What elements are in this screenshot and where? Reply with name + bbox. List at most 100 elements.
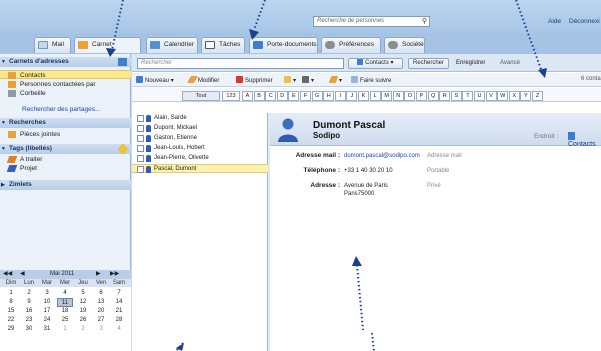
calendar-day[interactable]: 9 (21, 298, 37, 307)
calendar-day[interactable]: 4 (111, 325, 127, 334)
alpha-filter-letter[interactable]: G (311, 91, 323, 101)
next-month-icon[interactable]: ▶ (96, 270, 101, 279)
edit-button[interactable]: Modifier (186, 76, 219, 84)
tab-briefcase[interactable]: Porte-documents (249, 37, 318, 53)
new-button[interactable]: Nouveau ▾ (136, 76, 174, 84)
address-book-settings-icon[interactable] (118, 58, 127, 66)
calendar-day[interactable]: 3 (39, 289, 55, 298)
contact-row[interactable]: Gaston, Etienne (132, 134, 268, 143)
search-scope-select[interactable]: Contacts ▾ (348, 58, 403, 69)
alpha-filter-letter[interactable]: F (300, 91, 311, 101)
alpha-filter-letter[interactable]: J (346, 91, 358, 101)
contact-folder[interactable]: Contacts (568, 132, 601, 148)
contact-search-input[interactable]: Rechercher (137, 58, 344, 69)
search-button[interactable]: Rechercher (408, 58, 449, 69)
tab-address-book[interactable]: Carnet d'adresses (74, 37, 141, 62)
alpha-filter-letter[interactable]: 123 (222, 91, 240, 101)
alpha-filter-letter[interactable]: A (242, 91, 253, 101)
alpha-filter-letter[interactable]: I (334, 91, 346, 101)
alpha-filter-letter[interactable]: D (276, 91, 288, 101)
calendar-day[interactable]: 25 (57, 316, 73, 325)
searches-header[interactable]: Recherches (0, 118, 131, 128)
address-books-header[interactable]: Carnets d'adresses (0, 57, 131, 67)
alpha-filter-letter[interactable]: Y (520, 91, 532, 101)
contact-row[interactable]: Dupont, Mickael (132, 124, 268, 133)
sidebar-item-tag-project[interactable]: Projet (0, 164, 131, 173)
calendar-day[interactable]: 23 (21, 316, 37, 325)
alpha-filter-letter[interactable]: P (416, 91, 427, 101)
alpha-filter-letter[interactable]: C (265, 91, 277, 101)
logout-link[interactable]: Déconnexi (569, 18, 600, 25)
calendar-day[interactable]: 2 (21, 289, 37, 298)
sidebar-item-emailed-contacts[interactable]: Personnes contactées par (0, 80, 131, 89)
calendar-day[interactable]: 3 (93, 325, 109, 334)
print-button[interactable]: ▾ (302, 76, 314, 84)
calendar-day[interactable]: 12 (75, 298, 91, 307)
calendar-day[interactable]: 27 (93, 316, 109, 325)
calendar-day[interactable]: 28 (111, 316, 127, 325)
calendar-day[interactable]: 26 (75, 316, 91, 325)
row-checkbox[interactable] (137, 155, 144, 162)
mini-calendar-month[interactable]: Mai 2011 (50, 270, 74, 279)
tab-mail[interactable]: Mail (34, 37, 71, 53)
calendar-day[interactable]: 30 (21, 325, 37, 334)
move-button[interactable]: ▾ (284, 76, 296, 84)
contact-row[interactable]: Pascal, Dumont (132, 164, 268, 173)
advanced-search-link[interactable]: Avancé (500, 60, 520, 66)
alpha-filter-letter[interactable]: H (323, 91, 335, 101)
calendar-day[interactable]: 1 (3, 289, 19, 298)
alpha-filter-letter[interactable]: R (439, 91, 451, 101)
calendar-day[interactable]: 31 (39, 325, 55, 334)
calendar-day[interactable]: 19 (75, 307, 91, 316)
tags-header[interactable]: Tags (libellés) (0, 143, 131, 155)
calendar-day[interactable]: 4 (57, 289, 73, 298)
contact-row[interactable]: Alain, Sarde (132, 114, 268, 123)
next-year-icon[interactable]: ▶▶ (110, 270, 119, 279)
zimlets-header[interactable]: Zimlets (0, 180, 131, 190)
calendar-day[interactable]: 13 (93, 298, 109, 307)
calendar-day[interactable]: 5 (75, 289, 91, 298)
calendar-day[interactable]: 7 (111, 289, 127, 298)
row-checkbox[interactable] (137, 145, 144, 152)
calendar-day[interactable]: 17 (39, 307, 55, 316)
row-checkbox[interactable] (137, 115, 144, 122)
find-shares-link[interactable]: Rechercher des partages... (22, 106, 100, 113)
search-icon[interactable]: ⚲ (422, 17, 427, 26)
prev-month-icon[interactable]: ◀ (20, 270, 25, 279)
alpha-filter-letter[interactable]: T (462, 91, 474, 101)
calendar-day[interactable]: 20 (93, 307, 109, 316)
alpha-filter-letter[interactable]: O (404, 91, 416, 101)
tag-settings-icon[interactable] (117, 143, 129, 155)
prev-year-icon[interactable]: ◀◀ (3, 270, 12, 279)
sidebar-item-trash[interactable]: Corbeille (0, 89, 131, 98)
contact-row[interactable]: Jean-Louis, Hobert (132, 144, 268, 153)
forward-button[interactable]: Faire suivre (351, 76, 391, 84)
row-checkbox[interactable] (137, 135, 144, 142)
row-checkbox[interactable] (137, 166, 144, 173)
calendar-day[interactable]: 18 (57, 307, 73, 316)
people-search-input[interactable]: Recherche de personnes ⚲ (313, 16, 430, 27)
alpha-filter-letter[interactable]: E (288, 91, 300, 101)
alpha-filter-letter[interactable]: X (508, 91, 520, 101)
tab-preferences[interactable]: Préférences (321, 37, 381, 53)
row-checkbox[interactable] (137, 125, 144, 132)
calendar-day[interactable]: 15 (3, 307, 19, 316)
calendar-day[interactable]: 24 (39, 316, 55, 325)
calendar-day[interactable]: 8 (3, 298, 19, 307)
alpha-filter-all[interactable]: Tout (182, 91, 220, 101)
sidebar-item-contacts[interactable]: Contacts (0, 70, 131, 79)
calendar-day[interactable]: 10 (39, 298, 55, 307)
alpha-filter-letter[interactable]: V (485, 91, 497, 101)
calendar-day[interactable]: 14 (111, 298, 127, 307)
alpha-filter-letter[interactable]: Q (427, 91, 439, 101)
alpha-filter-letter[interactable]: U (474, 91, 485, 101)
delete-button[interactable]: Supprimer (236, 76, 273, 84)
calendar-day[interactable]: 6 (93, 289, 109, 298)
calendar-day[interactable]: 11 (57, 298, 73, 307)
alpha-filter-letter[interactable]: Z (532, 91, 543, 101)
alpha-filter-letter[interactable]: N (392, 91, 404, 101)
alpha-filter-letter[interactable]: L (369, 91, 381, 101)
tag-button[interactable]: ▾ (328, 76, 342, 84)
calendar-day[interactable]: 1 (57, 325, 73, 334)
calendar-day[interactable]: 22 (3, 316, 19, 325)
